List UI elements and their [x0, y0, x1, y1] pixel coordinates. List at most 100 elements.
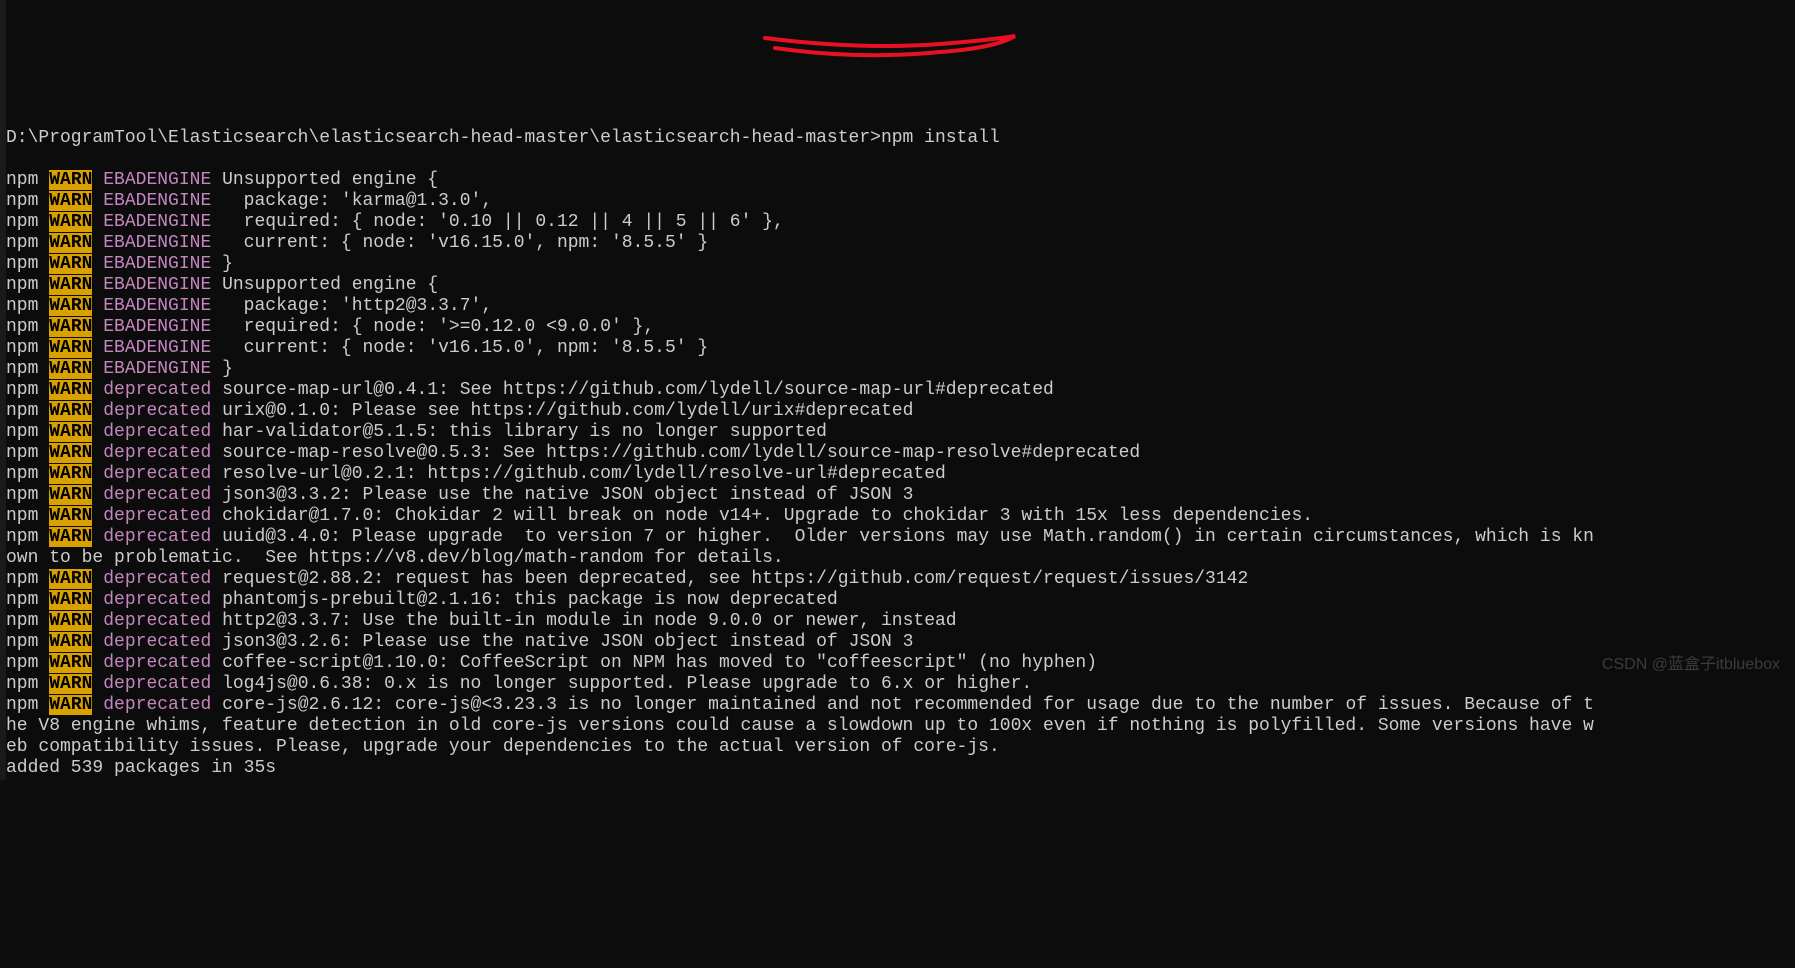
- log-line: npm WARN EBADENGINE }: [6, 254, 1789, 275]
- log-code: deprecated: [103, 380, 211, 400]
- log-code: deprecated: [103, 632, 211, 652]
- log-msg: json3@3.2.6: Please use the native JSON …: [211, 632, 913, 652]
- log-level: WARN: [49, 569, 92, 589]
- log-msg: resolve-url@0.2.1: https://github.com/ly…: [211, 464, 946, 484]
- log-msg: Unsupported engine {: [211, 275, 438, 295]
- log-prefix: npm: [6, 695, 38, 715]
- log-line: npm WARN deprecated log4js@0.6.38: 0.x i…: [6, 674, 1789, 695]
- log-msg: own to be problematic. See https://v8.de…: [6, 548, 784, 568]
- log-prefix: npm: [6, 191, 38, 211]
- log-line: npm WARN deprecated source-map-url@0.4.1…: [6, 380, 1789, 401]
- log-level: WARN: [49, 170, 92, 190]
- log-msg: }: [211, 359, 233, 379]
- log-code: deprecated: [103, 443, 211, 463]
- log-line: npm WARN deprecated urix@0.1.0: Please s…: [6, 401, 1789, 422]
- log-level: WARN: [49, 653, 92, 673]
- log-prefix: npm: [6, 632, 38, 652]
- log-prefix: npm: [6, 359, 38, 379]
- log-level: WARN: [49, 590, 92, 610]
- log-prefix: npm: [6, 338, 38, 358]
- log-msg: current: { node: 'v16.15.0', npm: '8.5.5…: [211, 233, 708, 253]
- log-code: EBADENGINE: [103, 254, 211, 274]
- log-line: npm WARN deprecated core-js@2.6.12: core…: [6, 695, 1789, 716]
- annotation-underline: [760, 30, 1020, 66]
- log-level: WARN: [49, 506, 92, 526]
- log-msg: har-validator@5.1.5: this library is no …: [211, 422, 827, 442]
- log-line: npm WARN deprecated phantomjs-prebuilt@2…: [6, 590, 1789, 611]
- log-msg: }: [211, 254, 233, 274]
- log-msg: source-map-url@0.4.1: See https://github…: [211, 380, 1054, 400]
- log-prefix: npm: [6, 275, 38, 295]
- log-code: deprecated: [103, 695, 211, 715]
- log-prefix: npm: [6, 170, 38, 190]
- log-code: EBADENGINE: [103, 170, 211, 190]
- log-level: WARN: [49, 464, 92, 484]
- log-line: npm WARN deprecated source-map-resolve@0…: [6, 443, 1789, 464]
- watermark: CSDN @蓝盒子itbluebox: [1602, 654, 1780, 675]
- log-msg: json3@3.3.2: Please use the native JSON …: [211, 485, 913, 505]
- log-line: npm WARN deprecated har-validator@5.1.5:…: [6, 422, 1789, 443]
- log-level: WARN: [49, 695, 92, 715]
- log-msg: eb compatibility issues. Please, upgrade…: [6, 737, 1000, 757]
- log-code: deprecated: [103, 464, 211, 484]
- log-code: EBADENGINE: [103, 191, 211, 211]
- log-msg: log4js@0.6.38: 0.x is no longer supporte…: [211, 674, 1032, 694]
- log-line: npm WARN deprecated json3@3.2.6: Please …: [6, 632, 1789, 653]
- log-prefix: npm: [6, 401, 38, 421]
- log-continuation: eb compatibility issues. Please, upgrade…: [6, 737, 1789, 758]
- log-level: WARN: [49, 317, 92, 337]
- log-code: deprecated: [103, 653, 211, 673]
- log-level: WARN: [49, 338, 92, 358]
- log-line: npm WARN EBADENGINE package: 'http2@3.3.…: [6, 296, 1789, 317]
- log-code: EBADENGINE: [103, 296, 211, 316]
- left-edge-artifact: [0, 0, 6, 780]
- log-level: WARN: [49, 422, 92, 442]
- log-msg: added 539 packages in 35s: [6, 758, 276, 778]
- log-msg: request@2.88.2: request has been depreca…: [211, 569, 1248, 589]
- log-code: EBADENGINE: [103, 338, 211, 358]
- log-line: npm WARN EBADENGINE Unsupported engine {: [6, 275, 1789, 296]
- log-prefix: npm: [6, 464, 38, 484]
- log-msg: he V8 engine whims, feature detection in…: [6, 716, 1594, 736]
- log-level: WARN: [49, 527, 92, 547]
- log-level: WARN: [49, 380, 92, 400]
- log-continuation: he V8 engine whims, feature detection in…: [6, 716, 1789, 737]
- log-msg: uuid@3.4.0: Please upgrade to version 7 …: [211, 527, 1594, 547]
- log-code: EBADENGINE: [103, 359, 211, 379]
- log-msg: required: { node: '0.10 || 0.12 || 4 || …: [211, 212, 784, 232]
- log-code: deprecated: [103, 422, 211, 442]
- log-code: deprecated: [103, 590, 211, 610]
- log-level: WARN: [49, 674, 92, 694]
- log-line: npm WARN deprecated json3@3.3.2: Please …: [6, 485, 1789, 506]
- log-msg: coffee-script@1.10.0: CoffeeScript on NP…: [211, 653, 1097, 673]
- log-line: npm WARN EBADENGINE }: [6, 359, 1789, 380]
- log-prefix: npm: [6, 674, 38, 694]
- log-prefix: npm: [6, 380, 38, 400]
- log-code: deprecated: [103, 401, 211, 421]
- log-level: WARN: [49, 443, 92, 463]
- log-msg: core-js@2.6.12: core-js@<3.23.3 is no lo…: [211, 695, 1594, 715]
- log-line: npm WARN EBADENGINE required: { node: '0…: [6, 212, 1789, 233]
- terminal-output: npm WARN EBADENGINE Unsupported engine {…: [6, 170, 1789, 779]
- log-prefix: npm: [6, 653, 38, 673]
- log-msg: source-map-resolve@0.5.3: See https://gi…: [211, 443, 1140, 463]
- log-msg: http2@3.3.7: Use the built-in module in …: [211, 611, 956, 631]
- log-prefix: npm: [6, 611, 38, 631]
- log-line: npm WARN deprecated chokidar@1.7.0: Chok…: [6, 506, 1789, 527]
- log-prefix: npm: [6, 296, 38, 316]
- log-code: deprecated: [103, 506, 211, 526]
- log-prefix: npm: [6, 506, 38, 526]
- log-prefix: npm: [6, 569, 38, 589]
- log-level: WARN: [49, 485, 92, 505]
- log-msg: urix@0.1.0: Please see https://github.co…: [211, 401, 913, 421]
- log-code: EBADENGINE: [103, 275, 211, 295]
- log-code: deprecated: [103, 485, 211, 505]
- log-code: EBADENGINE: [103, 317, 211, 337]
- command-prompt-line[interactable]: D:\ProgramTool\Elasticsearch\elasticsear…: [6, 128, 1789, 149]
- log-msg: phantomjs-prebuilt@2.1.16: this package …: [211, 590, 838, 610]
- log-level: WARN: [49, 296, 92, 316]
- log-level: WARN: [49, 233, 92, 253]
- log-msg: package: 'karma@1.3.0',: [211, 191, 492, 211]
- log-line: npm WARN EBADENGINE current: { node: 'v1…: [6, 233, 1789, 254]
- log-code: deprecated: [103, 527, 211, 547]
